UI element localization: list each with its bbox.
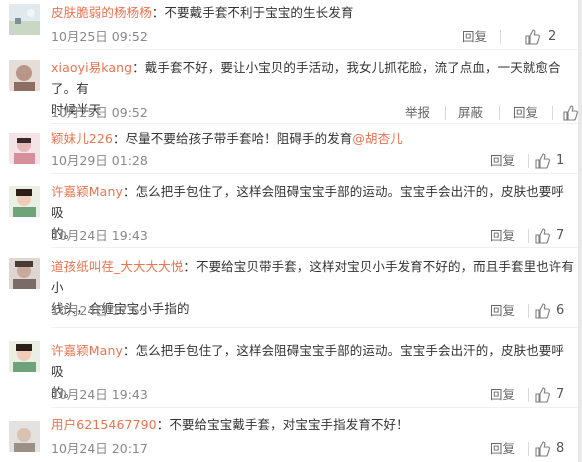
comment-time: 10月24日 17:53 (51, 303, 148, 318)
comment-username[interactable]: 用户6215467790 (51, 417, 157, 432)
thumbs-up-icon[interactable] (562, 105, 578, 121)
avatar[interactable] (9, 186, 40, 217)
avatar[interactable] (9, 60, 40, 91)
like-count: 8 (556, 441, 565, 456)
action-divider (528, 229, 529, 243)
thumbs-up-icon[interactable] (524, 29, 540, 45)
action-divider (528, 154, 529, 168)
comment-item: 许嘉颖Many：怎么把手包住了，这样会阻碍宝宝手部的运动。宝宝手会出汗的，皮肤也… (0, 328, 582, 408)
like-count: 1 (556, 153, 565, 168)
comment-username[interactable]: 皮肤脆弱的杨杨杨 (51, 5, 152, 20)
comment-actions: 回复 1 (490, 152, 582, 170)
comment-username[interactable]: 道孩纸叫荏_大大大大悦 (51, 259, 183, 274)
action-divider (552, 106, 553, 120)
comment-item: 道孩纸叫荏_大大大大悦：不要给宝贝带手套，这样对宝贝小手发育不好的，而且手套里也… (0, 248, 582, 328)
thumbs-up-icon[interactable] (534, 153, 550, 169)
comment-item: xiaoyi易kang：戴手套不好，要让小宝贝的手活动，我女儿抓花脸，流了点血，… (0, 50, 582, 124)
comment-list: 皮肤脆弱的杨杨杨：不要戴手套不利于宝宝的生长发育 10月25日 09:52 回复… (0, 0, 582, 462)
like-count: 7 (556, 228, 565, 243)
avatar[interactable] (9, 258, 40, 289)
reply-button[interactable]: 回复 (513, 104, 538, 122)
thumbs-up-icon[interactable] (534, 228, 550, 244)
comment-username[interactable]: 颖妹儿226 (51, 131, 113, 146)
action-divider (445, 106, 446, 120)
comment-actions: 回复 6 (490, 302, 582, 320)
avatar[interactable] (9, 341, 40, 372)
mention-link[interactable]: @胡杏儿 (352, 131, 402, 146)
comment-item: 用户6215467790：不要给宝宝戴手套，对宝宝手指发育不好！ 10月24日 … (0, 408, 582, 462)
comment-time: 10月24日 19:43 (51, 228, 148, 243)
action-divider (528, 388, 529, 402)
comment-actions: 回复 2 (462, 28, 582, 46)
reply-button[interactable]: 回复 (462, 28, 487, 46)
comment-text: 颖妹儿226：尽量不要给孩子带手套哈！阻碍手的发育@胡杏儿 (51, 131, 403, 146)
comment-item: 颖妹儿226：尽量不要给孩子带手套哈！阻碍手的发育@胡杏儿 10月29日 01:… (0, 124, 582, 174)
comment-item: 许嘉颖Many：怎么把手包住了，这样会阻碍宝宝手部的运动。宝宝手会出汗的，皮肤也… (0, 174, 582, 248)
comment-actions: 回复 8 (490, 440, 582, 458)
like-count: 2 (548, 29, 557, 44)
comment-time: 10月29日 01:28 (51, 153, 148, 168)
comment-time: 10月24日 19:43 (51, 387, 148, 402)
reply-button[interactable]: 回复 (490, 227, 515, 245)
comment-text: 皮肤脆弱的杨杨杨：不要戴手套不利于宝宝的生长发育 (51, 5, 354, 20)
comment-item: 皮肤脆弱的杨杨杨：不要戴手套不利于宝宝的生长发育 10月25日 09:52 回复… (0, 0, 582, 50)
comment-text: 用户6215467790：不要给宝宝戴手套，对宝宝手指发育不好！ (51, 417, 409, 432)
comment-username[interactable]: xiaoyi易kang (51, 60, 132, 75)
comment-actions: 回复 7 (490, 227, 582, 245)
like-count: 7 (556, 387, 565, 402)
comment-time: 10月25日 09:52 (51, 105, 148, 120)
avatar[interactable] (9, 4, 40, 35)
avatar[interactable] (9, 133, 40, 164)
thumbs-up-icon[interactable] (534, 441, 550, 457)
reply-button[interactable]: 回复 (490, 302, 515, 320)
reply-button[interactable]: 回复 (490, 440, 515, 458)
thumbs-up-icon[interactable] (534, 387, 550, 403)
thumbs-up-icon[interactable] (534, 303, 550, 319)
comment-username[interactable]: 许嘉颖Many (51, 343, 123, 358)
comment-time: 10月25日 09:52 (51, 29, 148, 44)
comment-actions: 回复 7 (490, 386, 582, 404)
action-divider (528, 304, 529, 318)
action-divider (499, 106, 500, 120)
reply-button[interactable]: 回复 (490, 386, 515, 404)
avatar[interactable] (9, 421, 40, 452)
like-count: 6 (556, 303, 565, 318)
action-divider (528, 442, 529, 456)
scrollbar-track[interactable] (578, 0, 582, 462)
comment-username[interactable]: 许嘉颖Many (51, 184, 123, 199)
comment-time: 10月24日 20:17 (51, 441, 148, 456)
action-divider (500, 30, 501, 44)
comment-actions: 举报 屏蔽 回复 (405, 104, 582, 122)
reply-button[interactable]: 回复 (490, 152, 515, 170)
report-button[interactable]: 举报 (405, 104, 430, 122)
hide-button[interactable]: 屏蔽 (458, 104, 483, 122)
